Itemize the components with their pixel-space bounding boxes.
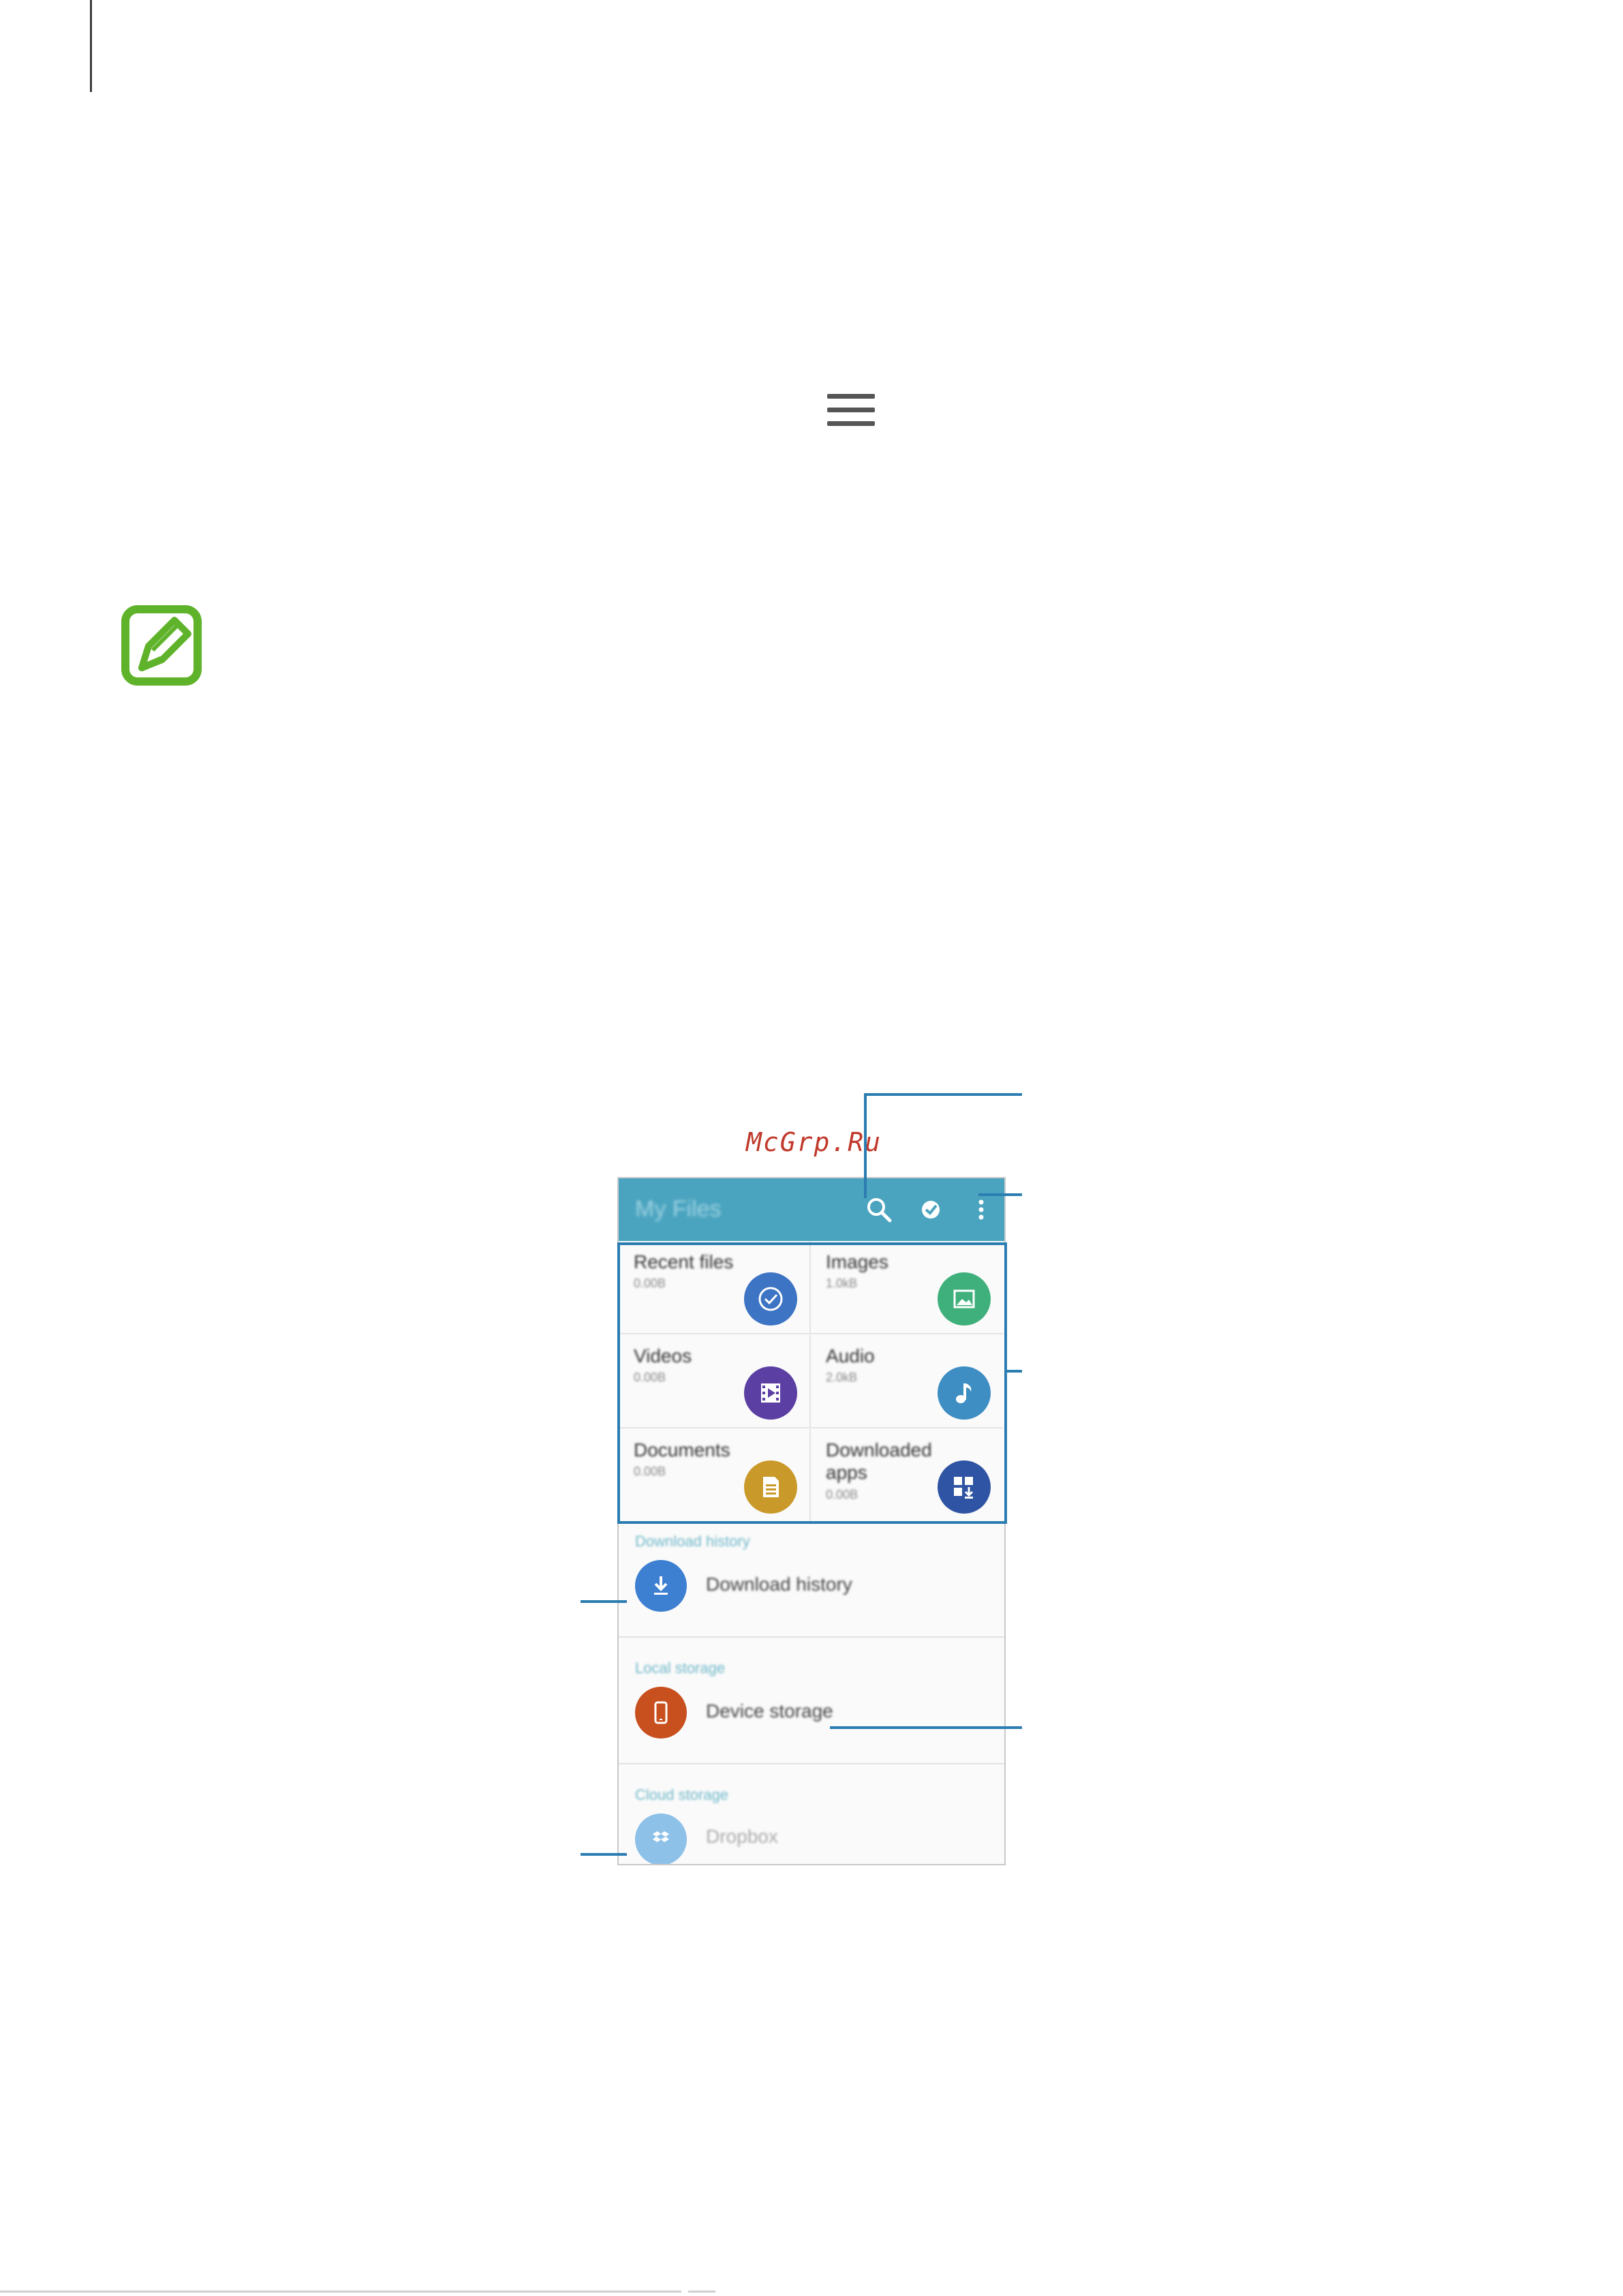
more-options-icon[interactable]	[966, 1195, 996, 1225]
category-grid-highlight	[617, 1242, 1007, 1524]
callout-categories	[1007, 1370, 1022, 1373]
dropbox-icon	[635, 1813, 687, 1864]
divider	[619, 1763, 1004, 1764]
search-icon[interactable]	[864, 1195, 894, 1225]
app-title: My Files	[635, 1196, 722, 1222]
section-header-download-history: Download history	[635, 1533, 750, 1550]
section-header-local-storage: Local storage	[635, 1659, 726, 1677]
hamburger-menu-icon	[827, 394, 875, 427]
divider	[619, 1636, 1004, 1638]
callout-more-options	[978, 1193, 1022, 1196]
callout-search-vertical	[864, 1093, 867, 1198]
callout-search-horizontal	[864, 1093, 1022, 1096]
callout-device-storage	[830, 1726, 1022, 1729]
footer-rule	[0, 2291, 681, 2293]
phone-storage-icon	[635, 1687, 687, 1739]
storage-usage-icon[interactable]	[916, 1195, 946, 1225]
device-storage-item[interactable]: Device storage	[706, 1700, 833, 1722]
callout-cloud-storage	[581, 1853, 627, 1856]
download-history-item[interactable]: Download history	[706, 1574, 852, 1595]
download-icon	[635, 1560, 687, 1612]
footer-rule-segment	[688, 2291, 715, 2293]
note-pencil-icon	[121, 605, 202, 686]
watermark: McGrp.Ru	[746, 1127, 882, 1157]
page-margin-rule	[90, 0, 92, 92]
dropbox-item[interactable]: Dropbox	[706, 1826, 778, 1848]
app-bar: My Files	[619, 1178, 1004, 1241]
section-header-cloud-storage: Cloud storage	[635, 1786, 728, 1803]
callout-download-history	[581, 1600, 627, 1603]
